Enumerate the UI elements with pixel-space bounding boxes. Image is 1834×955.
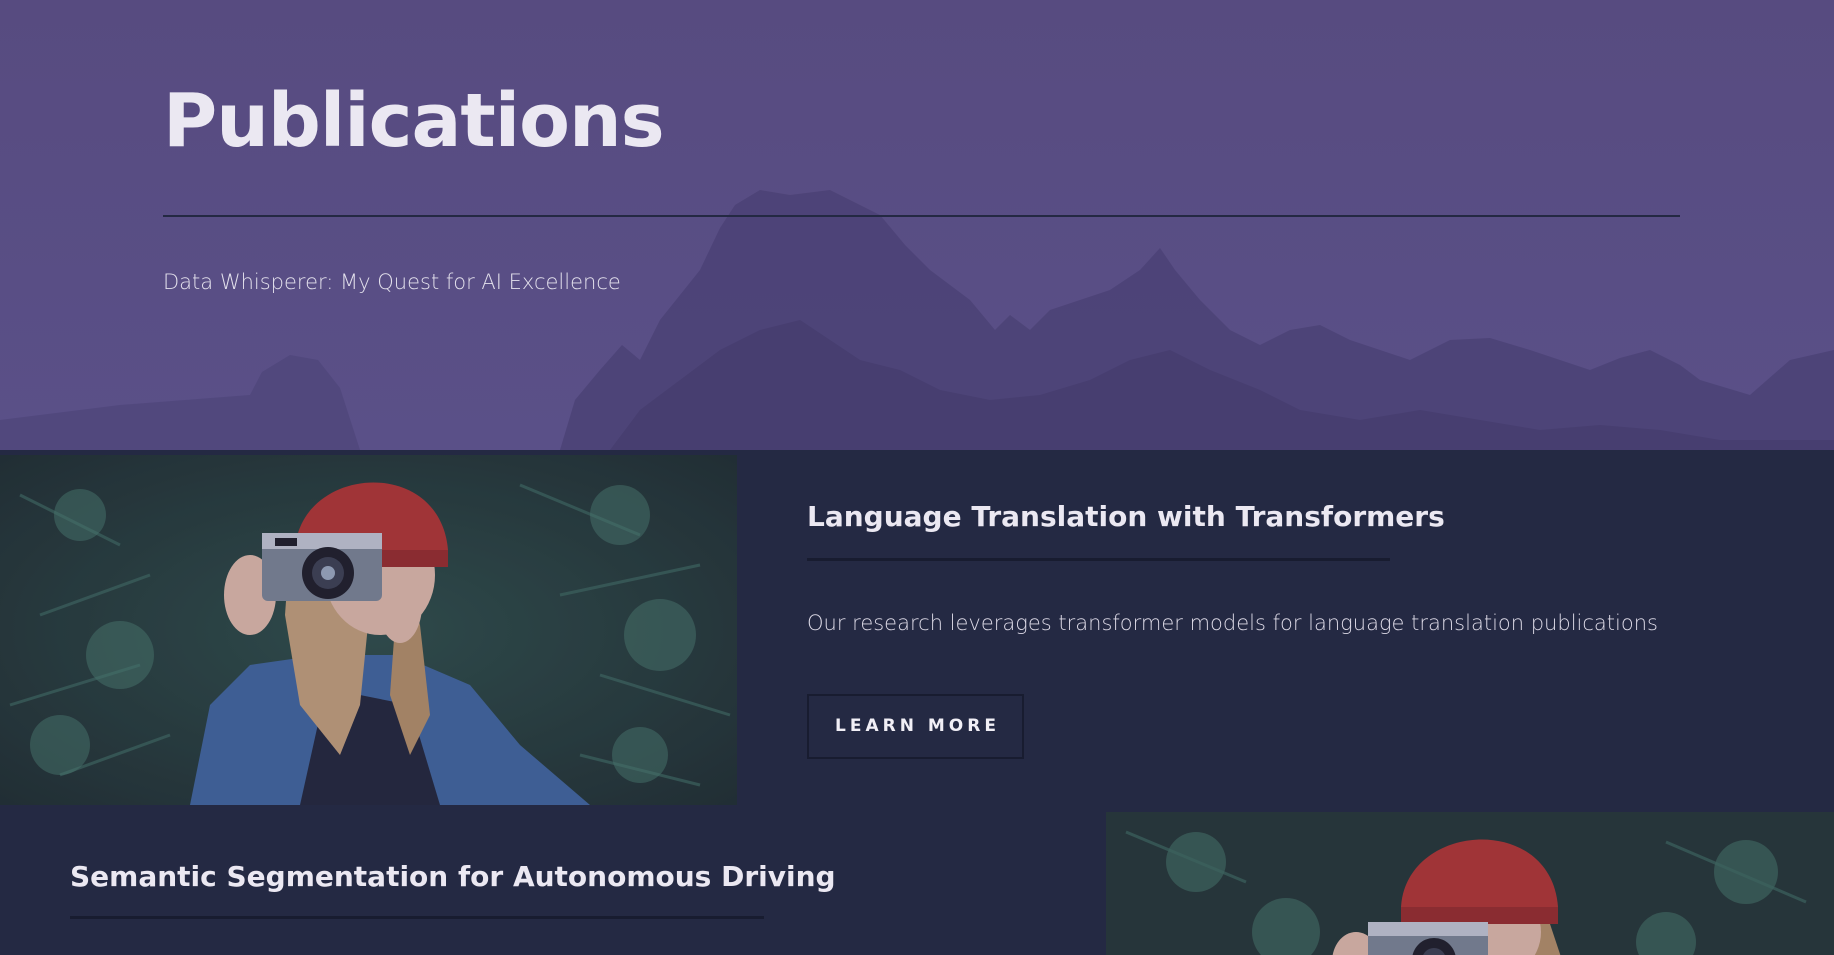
publication-description: Our research leverages transformer model… xyxy=(807,611,1658,635)
publication-title-divider xyxy=(807,558,1390,561)
publication-title[interactable]: Language Translation with Transformers xyxy=(807,500,1445,533)
publication-spotlight: Semantic Segmentation for Autonomous Dri… xyxy=(0,810,1834,955)
publication-title[interactable]: Semantic Segmentation for Autonomous Dri… xyxy=(70,860,836,893)
page-title: Publications xyxy=(163,78,665,164)
title-divider xyxy=(163,215,1680,217)
publication-title-divider xyxy=(70,916,764,919)
page-subtitle: Data Whisperer: My Quest for AI Excellen… xyxy=(163,270,621,294)
page-banner: Publications Data Whisperer: My Quest fo… xyxy=(0,0,1834,450)
photographer-with-camera-photo[interactable] xyxy=(1106,812,1834,955)
mountain-background-image xyxy=(0,0,1834,450)
publication-spotlight: Language Translation with Transformers O… xyxy=(0,450,1834,810)
photographer-with-camera-photo[interactable] xyxy=(0,455,737,805)
learn-more-button[interactable]: LEARN MORE xyxy=(807,694,1024,759)
